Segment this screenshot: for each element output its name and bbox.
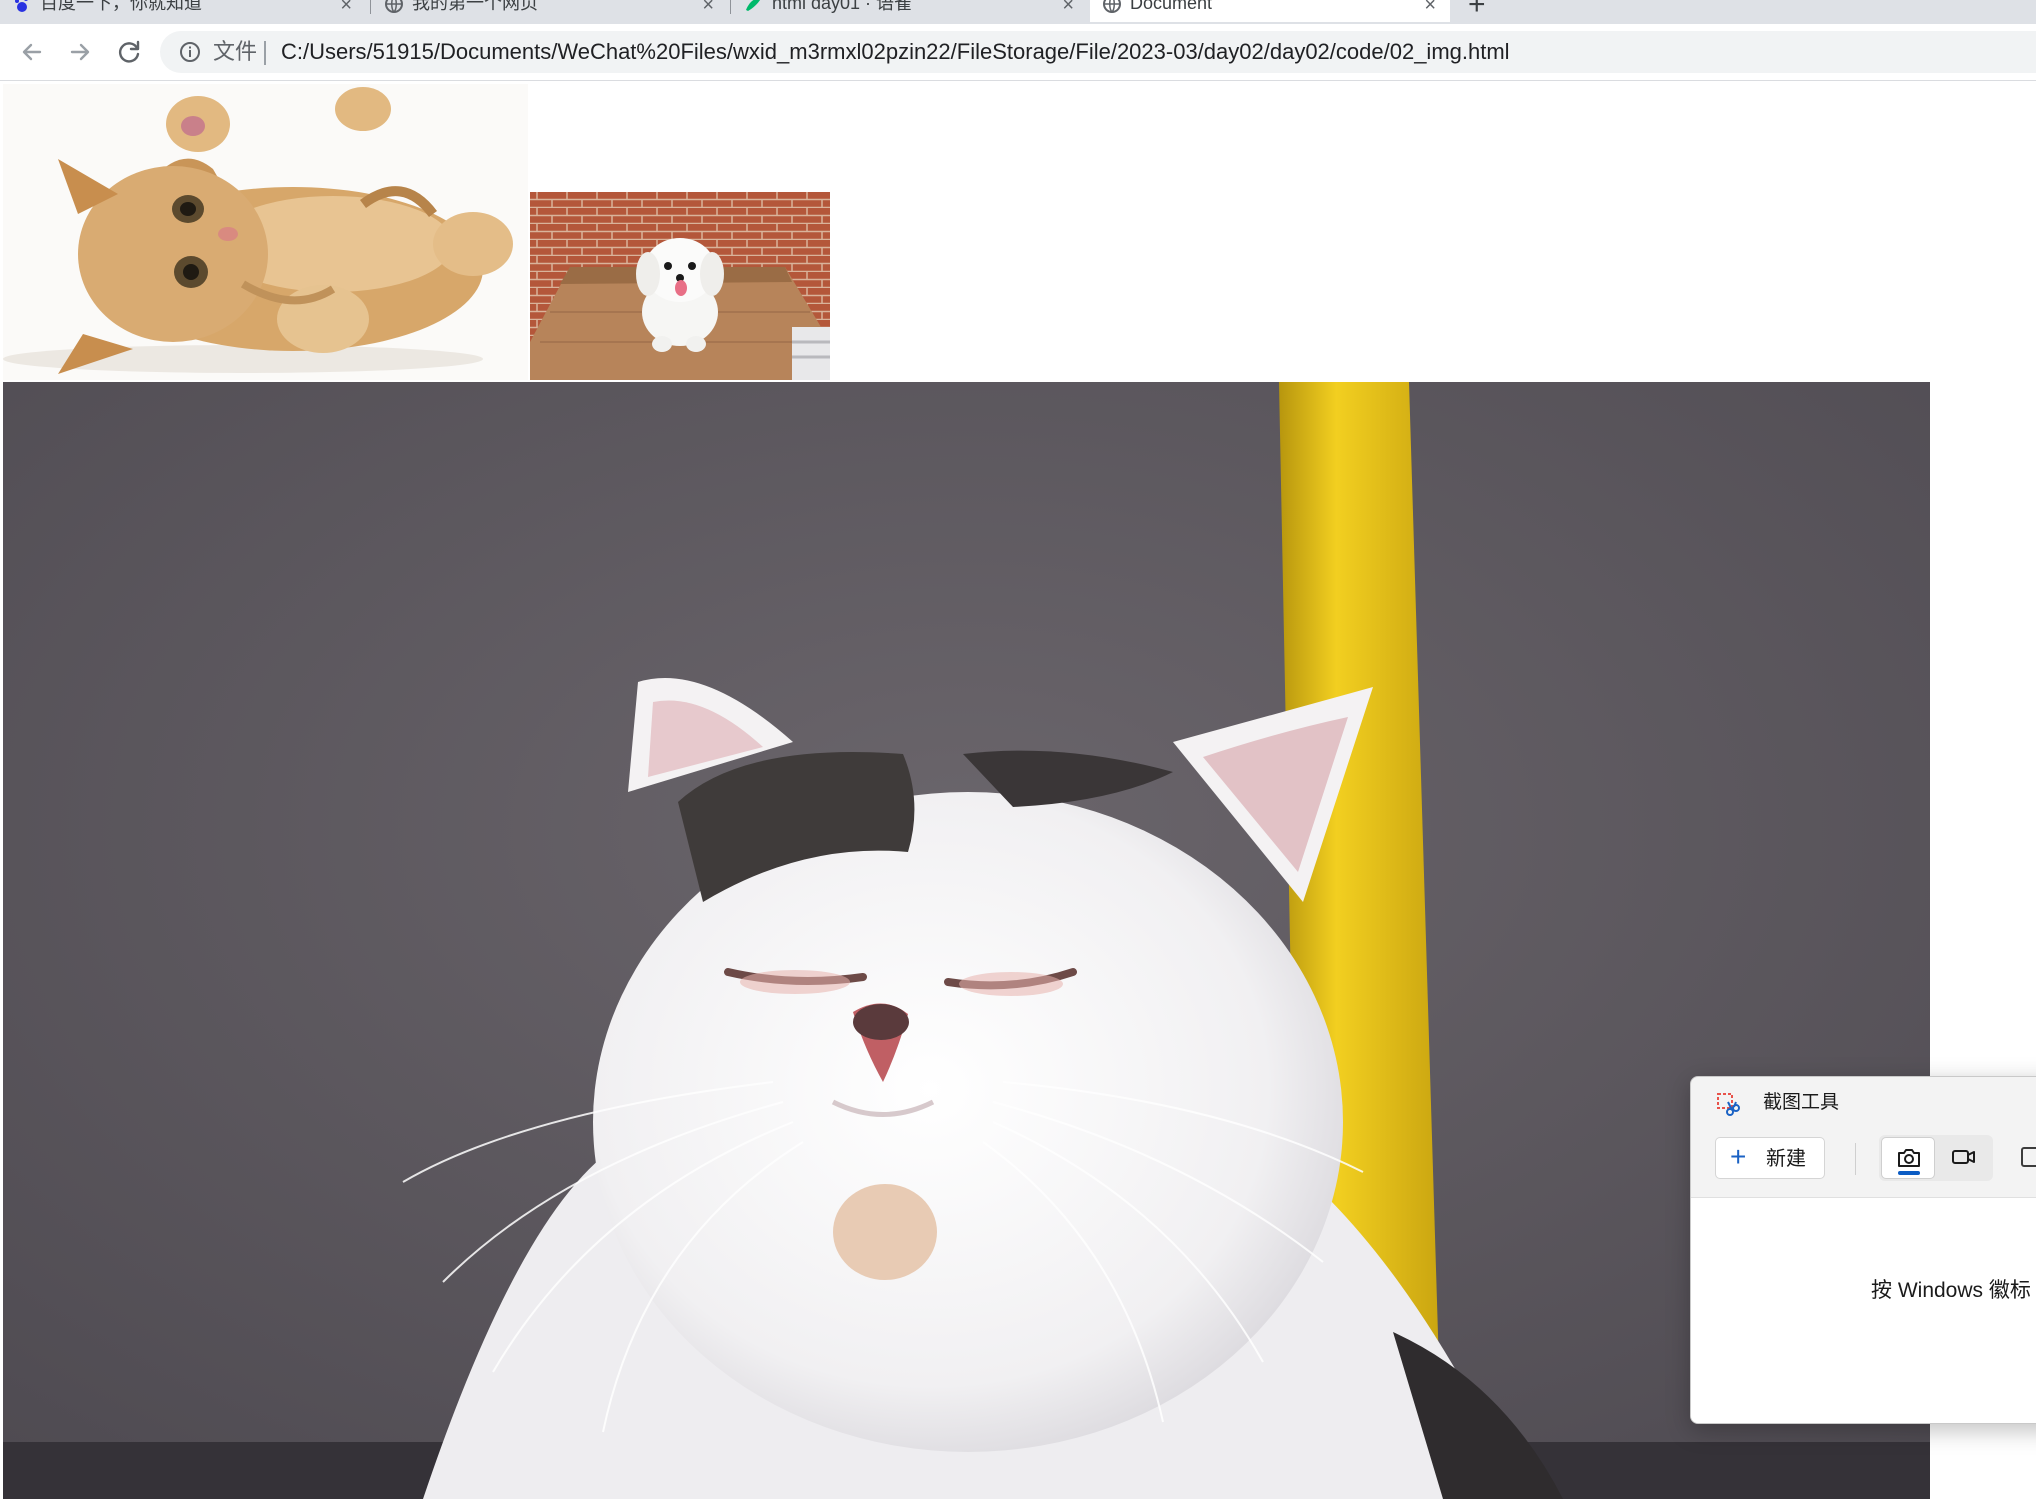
- divider: [264, 41, 266, 65]
- globe-icon: [385, 0, 403, 13]
- new-tab-button[interactable]: +: [1468, 0, 1486, 22]
- scissors-icon: [1717, 1093, 1740, 1116]
- shortcut-hint: 按 Windows 徽标: [1871, 1279, 2031, 1302]
- tab-label: 百度一下，你就知道: [40, 0, 202, 13]
- puppy-image: [530, 192, 830, 380]
- baidu-paw-icon: [15, 0, 28, 12]
- reload-icon[interactable]: [113, 36, 145, 68]
- screenshot-mode-button[interactable]: [1881, 1137, 1935, 1179]
- address-bar[interactable]: 文件 C:/Users/51915/Documents/WeChat%20Fil…: [160, 31, 2036, 73]
- tab-divider: [370, 0, 371, 14]
- tab-divider: [730, 0, 731, 14]
- tab-first-webpage[interactable]: 我的第一个网页 ×: [372, 0, 728, 22]
- snip-body: 按 Windows 徽标: [1691, 1197, 2036, 1423]
- close-icon[interactable]: ×: [702, 0, 714, 18]
- new-snip-button[interactable]: + 新建: [1715, 1137, 1825, 1179]
- tab-label: html day01 · 语雀: [772, 0, 913, 13]
- browser-toolbar: 文件 C:/Users/51915/Documents/WeChat%20Fil…: [0, 24, 2036, 81]
- close-icon[interactable]: ×: [1062, 0, 1074, 18]
- selected-indicator: [1898, 1171, 1920, 1175]
- globe-icon: [1103, 0, 1121, 13]
- tab-strip: 百度一下，你就知道 × 我的第一个网页 × html day01 · 语雀 × …: [0, 0, 2036, 24]
- puppy-photo: [530, 192, 830, 380]
- tab-baidu[interactable]: 百度一下，你就知道 ×: [0, 0, 366, 22]
- snip-mode-icon[interactable]: [2021, 1147, 2036, 1167]
- tab-yuque[interactable]: html day01 · 语雀 ×: [732, 0, 1088, 22]
- file-scheme-chip[interactable]: 文件: [213, 39, 257, 65]
- info-icon[interactable]: [178, 40, 202, 64]
- sleepy-cat-photo: [3, 382, 1930, 1499]
- tab-label: 我的第一个网页: [412, 0, 538, 13]
- window-title: 截图工具: [1763, 1092, 1840, 1113]
- tab-label: Document: [1130, 0, 1213, 13]
- tab-document[interactable]: Document ×: [1090, 0, 1450, 22]
- close-icon[interactable]: ×: [1424, 0, 1436, 18]
- sleepy-cat-image: [3, 382, 1930, 1499]
- video-camera-icon: [1952, 1150, 1975, 1164]
- kitten-photo: [3, 84, 528, 380]
- url-text[interactable]: C:/Users/51915/Documents/WeChat%20Files/…: [281, 39, 1510, 65]
- kitten-image: [3, 84, 528, 380]
- divider: [1855, 1143, 1856, 1175]
- new-snip-label: 新建: [1766, 1148, 1806, 1170]
- yuque-icon: [746, 0, 761, 11]
- snipping-tool-window[interactable]: 截图工具 + 新建 按 Windows 徽标: [1690, 1076, 2036, 1424]
- plus-icon: +: [1730, 1141, 1747, 1172]
- back-arrow-icon[interactable]: [16, 36, 48, 68]
- video-mode-button[interactable]: [1937, 1137, 1991, 1179]
- forward-arrow-icon[interactable]: [64, 36, 96, 68]
- capture-mode-toggle: [1879, 1135, 1993, 1181]
- camera-icon: [1898, 1149, 1920, 1167]
- close-icon[interactable]: ×: [340, 0, 352, 18]
